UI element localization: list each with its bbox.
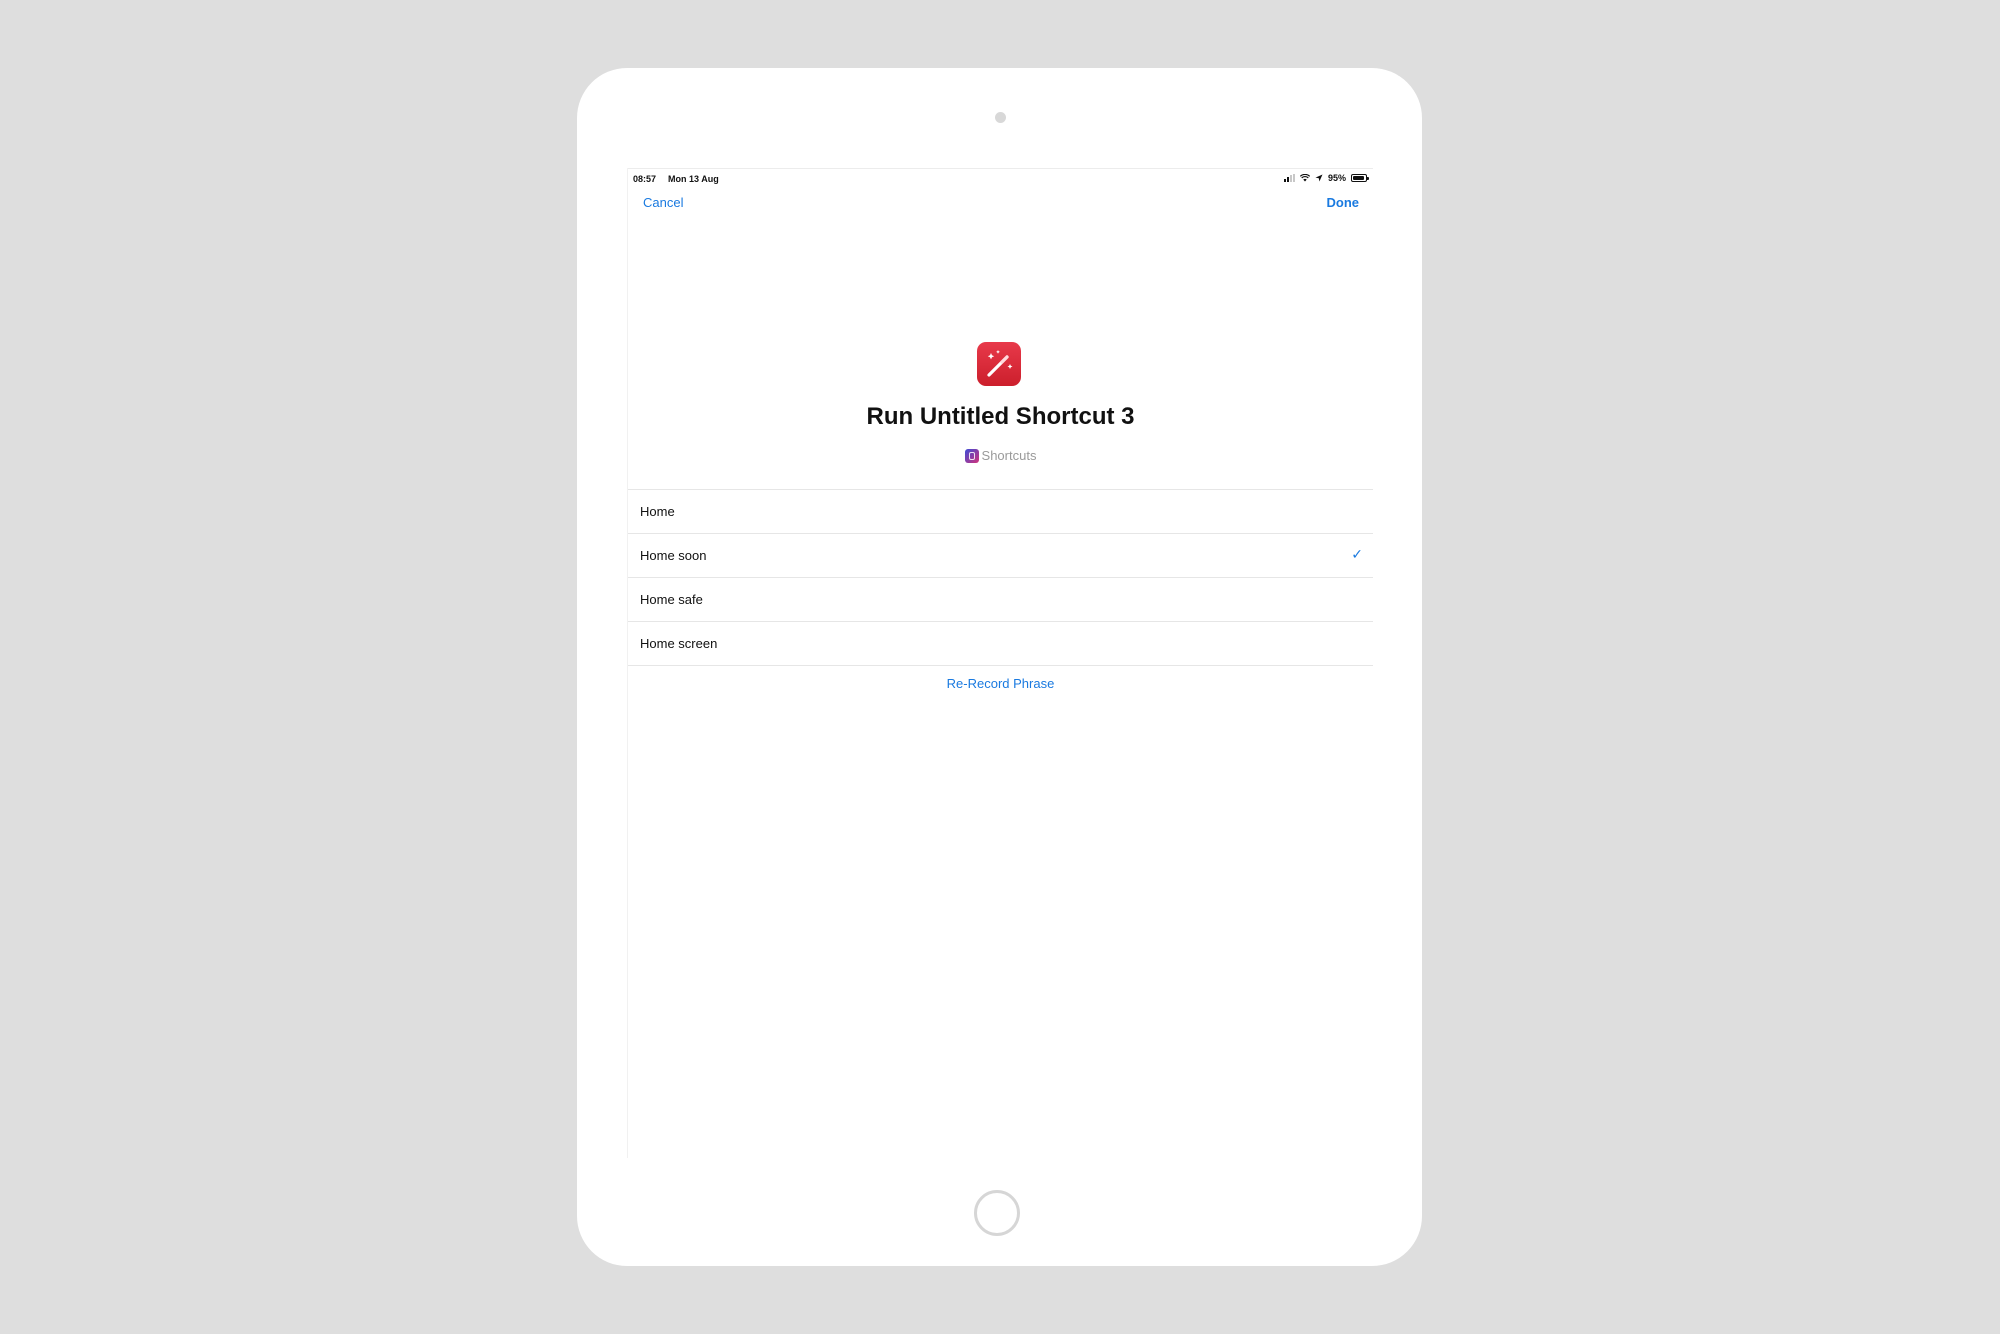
status-bar: 08:57 Mon 13 Aug 95% xyxy=(628,168,1373,189)
phrase-row[interactable]: Home screen xyxy=(628,622,1373,666)
screen: 08:57 Mon 13 Aug 95% Cancel Done Run Unt… xyxy=(627,168,1373,1158)
battery-percent: 95% xyxy=(1327,173,1346,183)
phrase-row-selected[interactable]: Home soon ✓ xyxy=(628,534,1373,578)
location-arrow-icon xyxy=(1315,174,1323,182)
phrase-label: Home safe xyxy=(640,592,703,607)
phrase-row[interactable]: Home xyxy=(628,490,1373,534)
phrase-label: Home soon xyxy=(640,548,707,563)
shortcuts-app-icon xyxy=(964,448,979,463)
ipad-frame: 08:57 Mon 13 Aug 95% Cancel Done Run Unt… xyxy=(577,68,1422,1266)
wifi-icon xyxy=(1299,174,1310,182)
status-right: 95% xyxy=(1283,173,1369,183)
home-button[interactable] xyxy=(974,1190,1020,1236)
status-left: 08:57 Mon 13 Aug xyxy=(633,174,731,184)
phrase-row[interactable]: Home safe xyxy=(628,578,1373,622)
phrase-label: Home screen xyxy=(640,636,718,651)
phrase-label: Home xyxy=(640,504,675,519)
battery-icon xyxy=(1351,174,1369,182)
front-camera xyxy=(995,112,1006,123)
magic-wand-icon xyxy=(977,342,1021,386)
status-date: Mon 13 Aug xyxy=(668,174,719,184)
app-source: Shortcuts xyxy=(628,448,1373,463)
cancel-button[interactable]: Cancel xyxy=(643,195,683,210)
phrase-list: Home Home soon ✓ Home safe Home screen xyxy=(628,489,1373,666)
shortcut-title: Run Untitled Shortcut 3 xyxy=(866,403,1135,430)
done-button[interactable]: Done xyxy=(1327,195,1360,210)
status-time: 08:57 xyxy=(633,174,657,184)
app-name: Shortcuts xyxy=(981,448,1037,463)
checkmark-icon: ✓ xyxy=(1351,546,1363,562)
battery-fill xyxy=(1353,176,1365,180)
re-record-phrase-button[interactable]: Re-Record Phrase xyxy=(628,676,1373,691)
cellular-signal-icon xyxy=(1283,174,1295,182)
